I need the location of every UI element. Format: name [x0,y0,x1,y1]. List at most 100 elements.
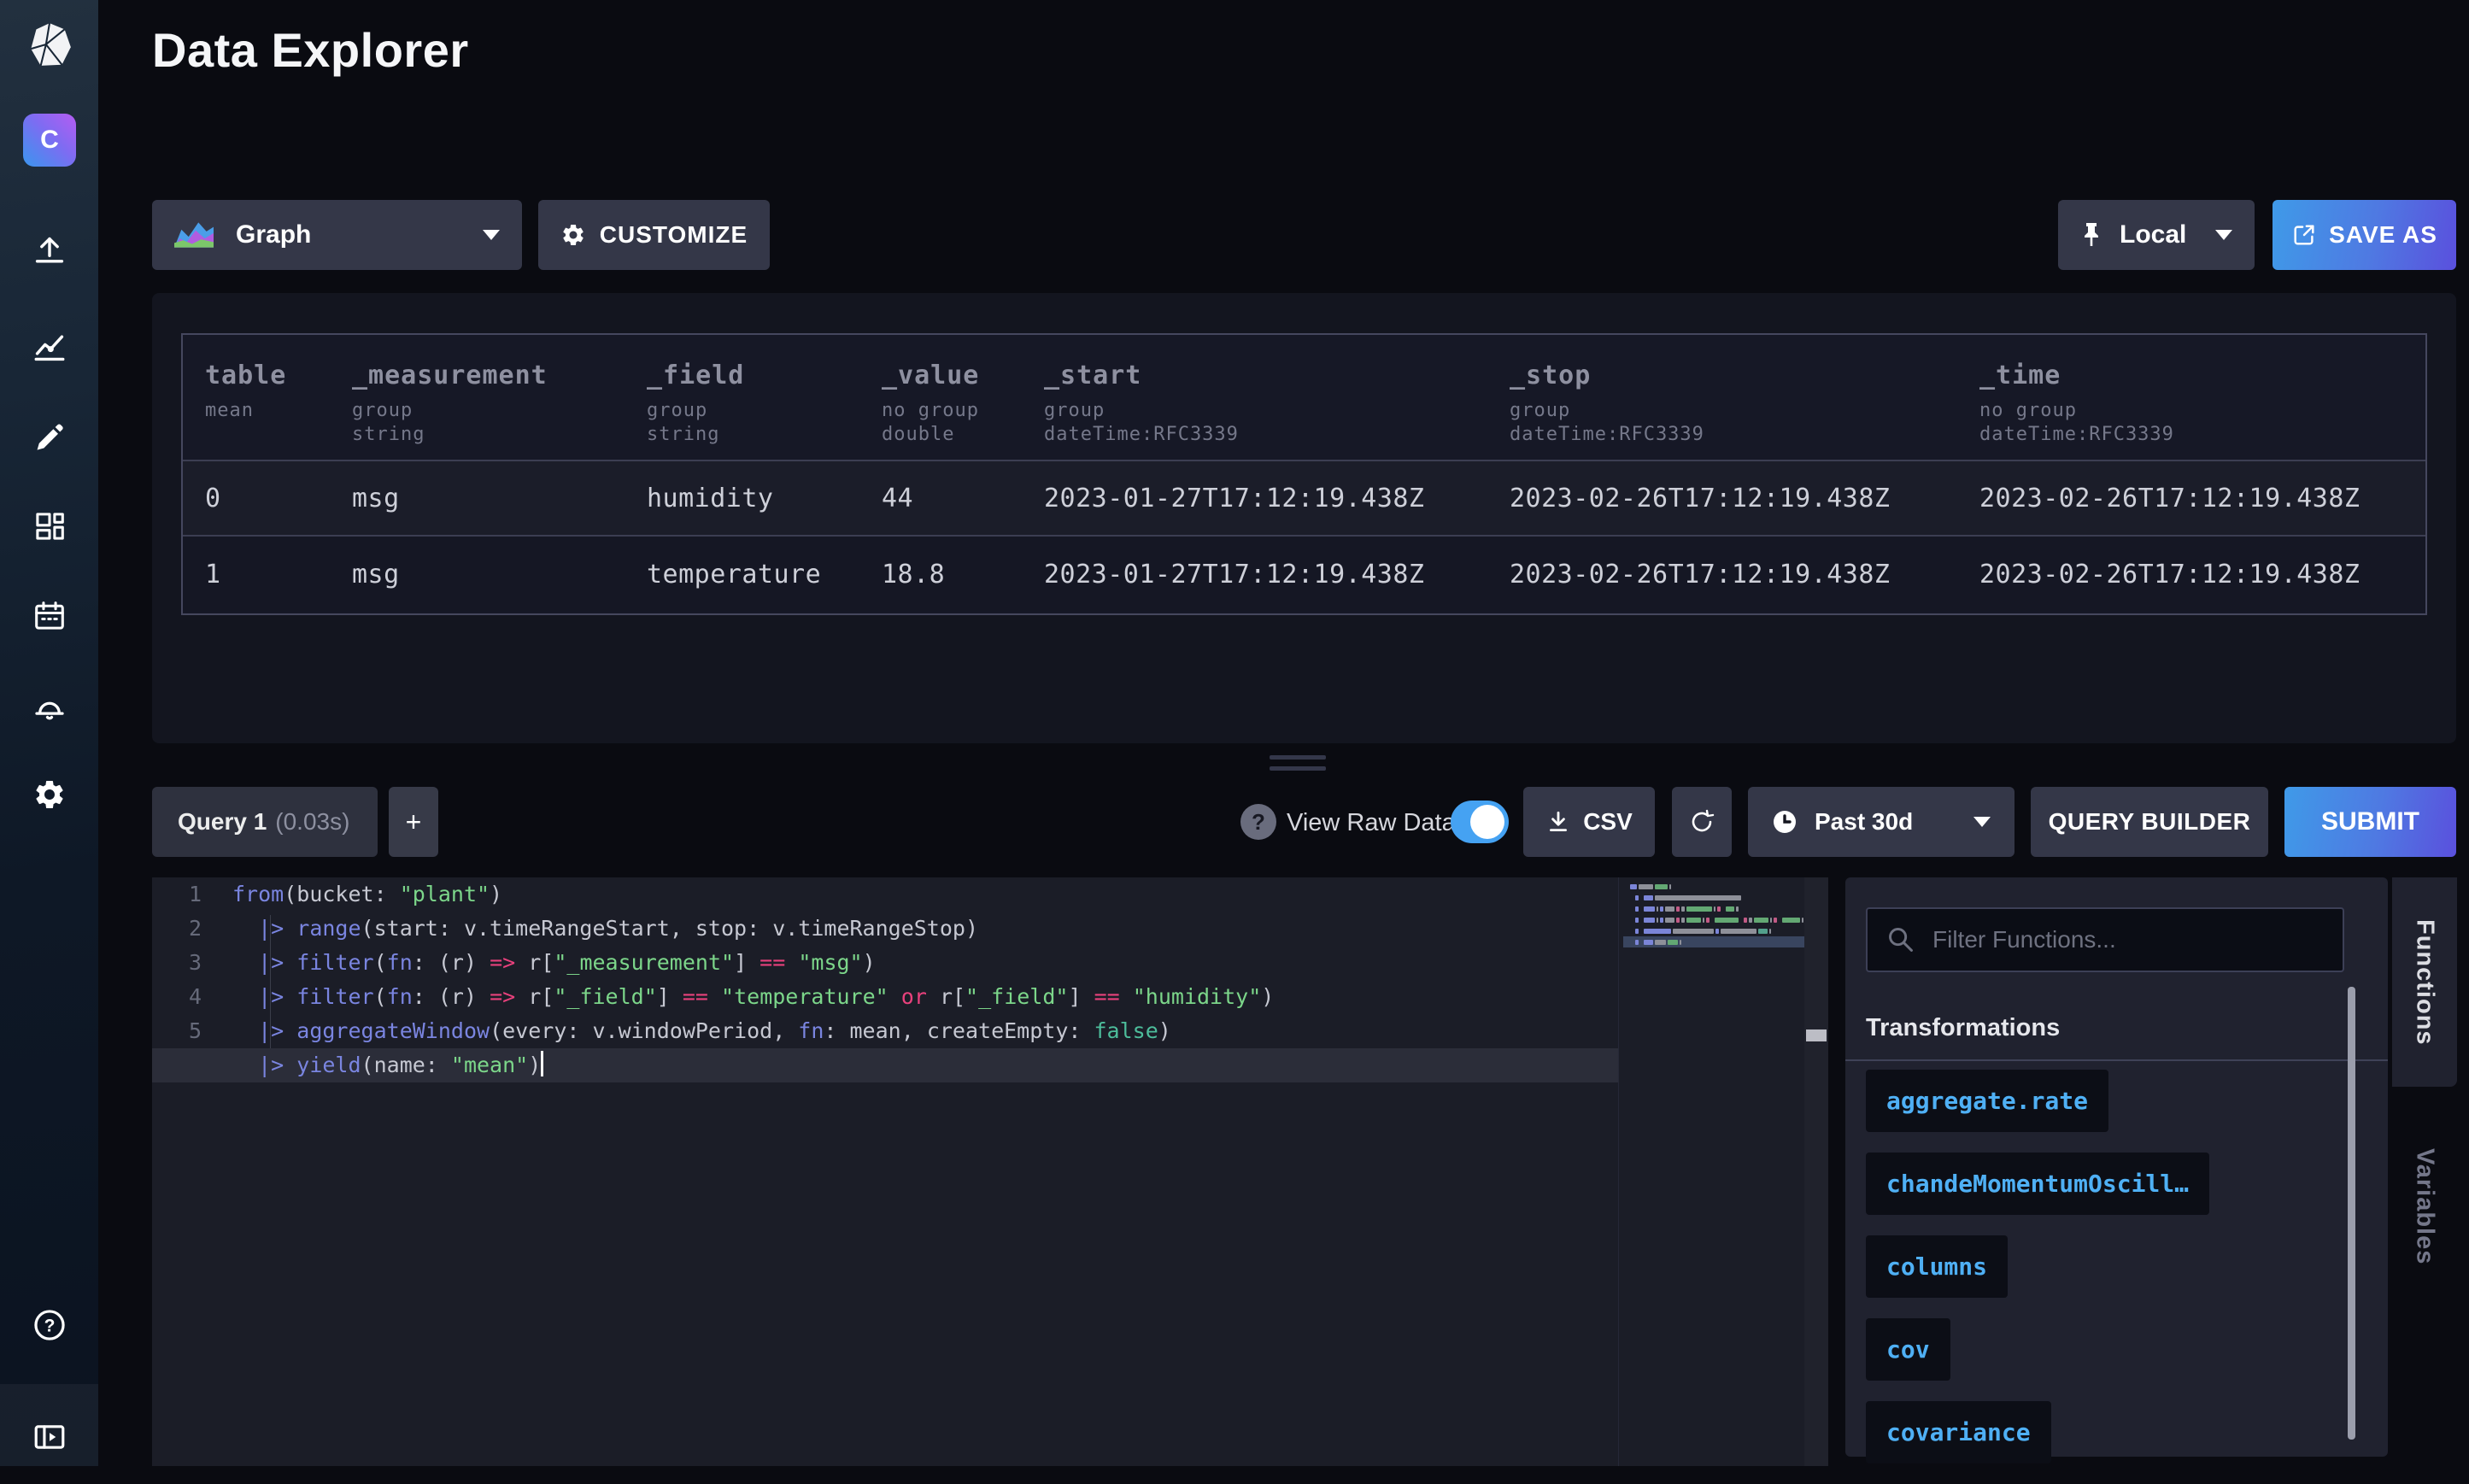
search-icon [1886,925,1915,954]
save-as-label: SAVE AS [2329,221,2437,249]
column-meta: no groupdouble [882,399,1022,447]
area-chart-icon [174,219,214,251]
function-chip-covariance[interactable]: covariance [1866,1401,2051,1463]
right-side-tabs: Functions Variables [2392,877,2457,1466]
functions-section-title: Transformations [1866,1014,2060,1042]
influxdb-logo[interactable] [0,7,98,84]
view-raw-data-toggle[interactable] [1451,801,1509,843]
query-tab-label: Query 1 [178,808,267,836]
editor-scrollbar-thumb[interactable] [1806,1029,1827,1041]
code-line: |> aggregateWindow(every: v.windowPeriod… [152,1014,1619,1048]
raw-data-help-icon[interactable]: ? [1240,804,1276,840]
tab-variables[interactable]: Variables [2392,1098,2457,1316]
save-location-dropdown[interactable]: Local [2058,200,2255,270]
table-cell: humidity [625,484,859,513]
table-header-cell-_field: _fieldgroupstring [625,335,859,460]
function-chip-cov[interactable]: cov [1866,1318,1950,1381]
table-cell: 18.8 [859,560,1022,589]
line-chart-icon [32,331,67,363]
table-row: 0msghumidity442023-01-27T17:12:19.438Z20… [183,461,2425,537]
view-type-dropdown[interactable]: Graph [152,200,522,270]
minimap-line [1623,903,1808,914]
table-cell: 2023-02-26T17:12:19.438Z [1957,484,2425,513]
minimap-line [1623,925,1808,936]
sidebar-item-alerts[interactable] [0,668,98,745]
help-circle-icon: ? [32,1307,67,1343]
code-line: |> filter(fn: (r) => r["_field"] == "tem… [152,980,1619,1014]
export-icon [2291,222,2317,248]
function-search-box[interactable] [1866,907,2344,972]
toggle-knob [1470,805,1504,839]
sidebar-item-notebooks[interactable] [0,397,98,474]
customize-button[interactable]: CUSTOMIZE [538,200,770,270]
table-header-cell-_stop: _stopgroupdateTime:RFC3339 [1487,335,1957,460]
raw-data-panel: tablemean_measurementgroupstring_fieldgr… [152,293,2456,743]
function-chip-aggregate.rate[interactable]: aggregate.rate [1866,1070,2108,1132]
sidebar-item-collapse-nav[interactable] [0,1399,98,1475]
column-meta: groupstring [352,399,625,447]
gear-icon [32,777,67,812]
panel-resize-handle[interactable] [1270,766,1326,771]
query-builder-label: QUERY BUILDER [2049,808,2251,836]
sidebar-item-tasks[interactable] [0,578,98,654]
calendar-icon [32,599,67,633]
csv-label: CSV [1583,808,1633,836]
function-chip-chandeMomentumOscill[interactable]: chandeMomentumOscill… [1866,1153,2209,1215]
add-query-button[interactable]: + [389,787,438,857]
table-header-cell-table: tablemean [183,335,330,460]
view-type-label: Graph [236,220,311,249]
code-line: |> filter(fn: (r) => r["_measurement"] =… [152,946,1619,980]
dashboards-icon [32,509,67,543]
sidebar-item-help[interactable]: ? [0,1287,98,1364]
refresh-icon [1688,808,1715,836]
functions-scrollbar[interactable] [2348,987,2355,1458]
sidebar-item-dashboards[interactable] [0,488,98,565]
save-as-button[interactable]: SAVE AS [2273,200,2456,270]
submit-button[interactable]: SUBMIT [2284,787,2456,857]
section-divider [1845,1059,2388,1061]
sidebar-item-data-explorer[interactable] [0,308,98,385]
table-cell: 0 [183,484,330,513]
tab-functions[interactable]: Functions [2392,877,2457,1087]
query-duration: (0.03s) [275,808,349,836]
chevron-down-icon [1973,817,1991,827]
text-cursor [541,1051,543,1076]
time-range-dropdown[interactable]: Past 30d [1748,787,2014,857]
page-title: Data Explorer [152,22,469,78]
panel-resize-handle[interactable] [1270,755,1326,760]
query-tab[interactable]: Query 1 (0.03s) [152,787,378,857]
table-row: 1msgtemperature18.82023-01-27T17:12:19.4… [183,537,2425,612]
functions-panel: Transformations aggregate.rate chandeMome… [1845,877,2388,1457]
column-meta: groupstring [647,399,859,447]
save-location-label: Local [2120,220,2186,249]
pin-icon [2079,221,2104,249]
org-avatar[interactable]: C [23,114,76,167]
bell-icon [32,689,67,724]
query-builder-button[interactable]: QUERY BUILDER [2031,787,2268,857]
table-cell: 2023-01-27T17:12:19.438Z [1022,484,1487,513]
function-chip-columns[interactable]: columns [1866,1235,2008,1298]
code-minimap[interactable] [1623,881,1808,947]
function-search-input[interactable] [1932,926,2308,953]
minimap-line [1623,892,1808,903]
table-cell: 2023-02-26T17:12:19.438Z [1487,560,1957,589]
expand-panel-icon [32,1422,67,1452]
column-meta: mean [205,399,330,423]
download-icon [1545,809,1571,835]
column-name: _start [1044,361,1487,390]
functions-scrollbar-thumb[interactable] [2348,987,2355,1440]
table-cell: msg [330,560,625,589]
view-raw-data-label: View Raw Data [1287,809,1456,837]
refresh-button[interactable] [1672,787,1732,857]
time-range-label: Past 30d [1815,808,1913,836]
table-cell: msg [330,484,625,513]
table-cell: 1 [183,560,330,589]
editor-scrollbar[interactable] [1804,877,1828,1466]
csv-download-button[interactable]: CSV [1523,787,1655,857]
chevron-down-icon [483,230,500,240]
code-line: |> yield(name: "mean") [152,1048,1619,1082]
table-header-cell-_value: _valueno groupdouble [859,335,1022,460]
sidebar-item-settings[interactable] [0,756,98,833]
sidebar-item-upload[interactable] [0,211,98,288]
flux-code-editor[interactable]: 123456 from(bucket: "plant") |> range(st… [152,877,1828,1466]
